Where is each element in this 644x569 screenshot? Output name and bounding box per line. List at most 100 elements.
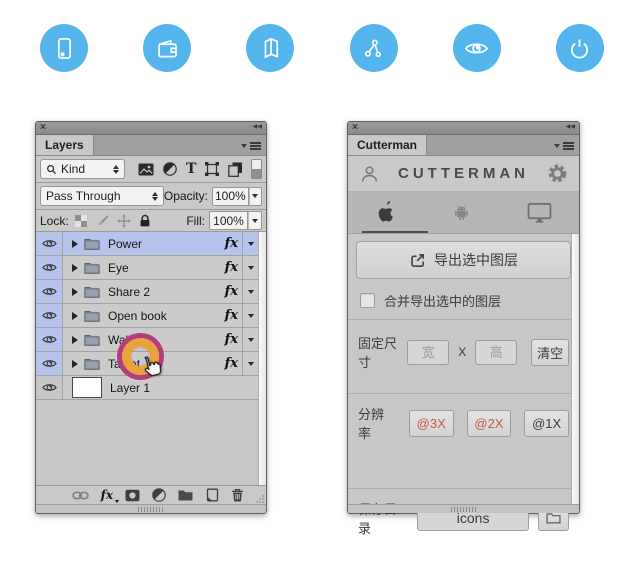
scrollbar-track[interactable]	[571, 234, 579, 504]
collapse-panel-icon[interactable]: ◀◀	[566, 123, 575, 130]
close-icon[interactable]: ×	[352, 122, 358, 134]
share-icon[interactable]	[350, 24, 398, 72]
power-icon[interactable]	[556, 24, 604, 72]
visibility-toggle[interactable]	[36, 376, 63, 399]
layer-row-content[interactable]: Open book fx	[63, 304, 242, 327]
android-tab[interactable]	[451, 202, 472, 224]
resize-grip-icon[interactable]	[255, 494, 265, 504]
new-layer-icon[interactable]	[205, 488, 219, 502]
tab-cutterman[interactable]: Cutterman	[348, 135, 427, 155]
panel-menu-icon[interactable]	[554, 142, 574, 150]
user-icon[interactable]	[360, 165, 379, 183]
layer-row-content[interactable]: Tablet fx	[63, 352, 242, 375]
visibility-toggle[interactable]	[36, 280, 63, 303]
kind-filter-select[interactable]: Kind	[40, 159, 125, 179]
drag-handle[interactable]	[451, 507, 477, 512]
layer-mask-icon[interactable]	[125, 489, 140, 502]
fx-expand-arrow[interactable]	[242, 328, 258, 351]
visibility-toggle[interactable]	[36, 304, 63, 327]
opacity-value[interactable]: 100%	[212, 187, 249, 206]
fx-expand-arrow[interactable]	[242, 352, 258, 375]
resolution-1x-button[interactable]: @1X	[524, 410, 569, 437]
visibility-toggle[interactable]	[36, 352, 63, 375]
times-label: X	[458, 345, 466, 359]
lock-pixels-icon[interactable]	[95, 214, 109, 228]
visibility-toggle[interactable]	[36, 232, 63, 255]
layer-row[interactable]: Tablet fx	[36, 352, 258, 376]
drag-handle[interactable]	[138, 507, 164, 512]
close-icon[interactable]: ×	[40, 122, 46, 134]
layer-row[interactable]: Wallet fx	[36, 328, 258, 352]
layer-name[interactable]: Power	[108, 237, 142, 251]
group-folder-icon[interactable]	[178, 489, 193, 501]
apple-tab[interactable]	[375, 200, 396, 225]
layer-row[interactable]: Open book fx	[36, 304, 258, 328]
disclosure-triangle-icon[interactable]	[72, 336, 78, 344]
layer-thumbnail[interactable]	[72, 377, 102, 398]
layer-name[interactable]: Wallet	[108, 333, 141, 347]
eye-icon[interactable]	[453, 24, 501, 72]
layer-row-content[interactable]: Eye fx	[63, 256, 242, 279]
type-layer-filter-icon[interactable]: T	[186, 162, 196, 176]
pixel-layer-filter-icon[interactable]	[138, 163, 154, 176]
width-input[interactable]	[407, 340, 449, 365]
disclosure-triangle-icon[interactable]	[72, 312, 78, 320]
export-selected-button[interactable]: 导出选中图层	[356, 241, 571, 279]
collapse-panel-icon[interactable]: ◀◀	[253, 123, 262, 130]
tab-layers[interactable]: Layers	[36, 135, 94, 155]
opacity-dropdown-icon[interactable]	[249, 187, 262, 206]
disclosure-triangle-icon[interactable]	[72, 240, 78, 248]
layer-row-content[interactable]: Wallet fx	[63, 328, 242, 351]
adjustment-icon[interactable]	[152, 488, 166, 502]
layer-row-content[interactable]: Share 2 fx	[63, 280, 242, 303]
gear-icon[interactable]	[548, 164, 567, 183]
blend-mode-select[interactable]: Pass Through	[40, 186, 164, 206]
wallet-icon[interactable]	[143, 24, 191, 72]
panel-menu-icon[interactable]	[241, 142, 261, 150]
layer-row-content[interactable]: Layer 1	[63, 376, 258, 399]
adjustment-layer-filter-icon[interactable]	[163, 162, 177, 176]
disclosure-triangle-icon[interactable]	[72, 264, 78, 272]
merge-checkbox[interactable]	[360, 293, 375, 308]
layer-name[interactable]: Open book	[108, 309, 167, 323]
lock-transparency-icon[interactable]	[75, 215, 87, 227]
fx-badge: fx	[225, 356, 242, 371]
resolution-3x-button[interactable]: @3X	[409, 410, 454, 437]
clear-button[interactable]: 清空	[531, 339, 569, 366]
visibility-toggle[interactable]	[36, 328, 63, 351]
tablet-icon[interactable]	[40, 24, 88, 72]
layer-row[interactable]: Share 2 fx	[36, 280, 258, 304]
trash-icon[interactable]	[231, 488, 244, 502]
layer-name[interactable]: Share 2	[108, 285, 150, 299]
layer-name[interactable]: Tablet	[108, 357, 140, 371]
lock-all-icon[interactable]	[139, 214, 151, 228]
smart-object-filter-icon[interactable]	[228, 162, 243, 177]
height-input[interactable]	[475, 340, 517, 365]
resolution-2x-button[interactable]: @2X	[467, 410, 512, 437]
disclosure-triangle-icon[interactable]	[72, 360, 78, 368]
layer-row-content[interactable]: Power fx	[63, 232, 242, 255]
layer-name[interactable]: Eye	[108, 261, 129, 275]
layer-name[interactable]: Layer 1	[110, 381, 150, 395]
fx-expand-arrow[interactable]	[242, 232, 258, 255]
layer-row[interactable]: Power fx	[36, 232, 258, 256]
fx-expand-arrow[interactable]	[242, 304, 258, 327]
fx-expand-arrow[interactable]	[242, 256, 258, 279]
disclosure-triangle-icon[interactable]	[72, 288, 78, 296]
lock-position-icon[interactable]	[117, 214, 131, 228]
link-icon[interactable]	[72, 490, 89, 501]
layer-row[interactable]: Eye fx	[36, 256, 258, 280]
cutterman-tab-label: Cutterman	[357, 138, 417, 152]
fixed-size-label: 固定尺寸	[358, 333, 400, 371]
open-book-icon[interactable]	[246, 24, 294, 72]
scrollbar-track[interactable]	[258, 232, 266, 485]
visibility-toggle[interactable]	[36, 256, 63, 279]
fill-dropdown-icon[interactable]	[248, 211, 262, 230]
fx-expand-arrow[interactable]	[242, 280, 258, 303]
shape-layer-filter-icon[interactable]	[205, 162, 219, 176]
fx-icon[interactable]: fx	[101, 488, 113, 502]
fill-value[interactable]: 100%	[209, 211, 248, 230]
layer-row[interactable]: Layer 1	[36, 376, 258, 400]
filtering-toggle[interactable]	[251, 159, 262, 179]
desktop-tab[interactable]	[527, 202, 552, 223]
